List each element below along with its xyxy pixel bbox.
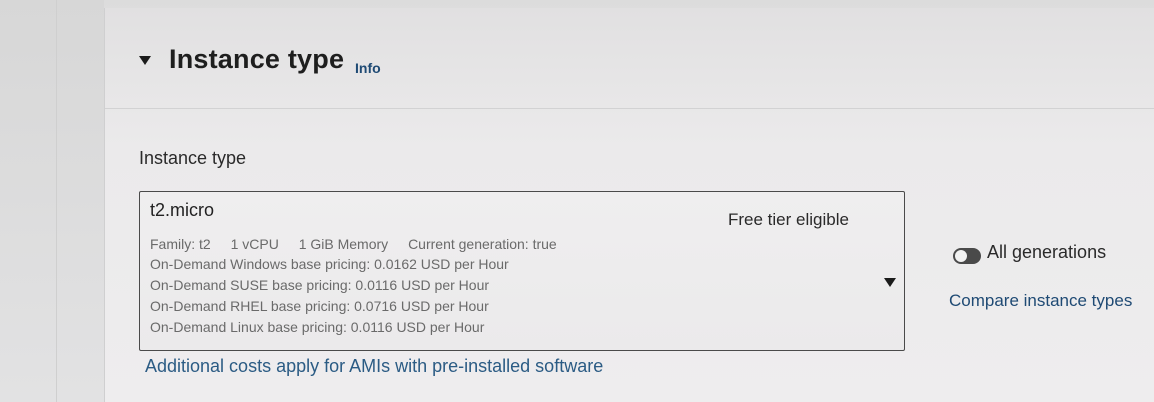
all-generations-toggle[interactable]: [953, 248, 981, 264]
instance-type-panel: Instance type Info Instance type t2.micr…: [104, 8, 1154, 402]
instance-family: Family: t2: [150, 236, 211, 252]
selected-instance-name: t2.micro: [150, 200, 215, 220]
instance-generation: Current generation: true: [408, 236, 557, 252]
instance-memory: 1 GiB Memory: [298, 236, 389, 252]
pricing-linux: On-Demand Linux base pricing: 0.0116 USD…: [150, 319, 485, 335]
instance-vcpu: 1 vCPU: [230, 236, 279, 252]
info-link[interactable]: Info: [355, 60, 381, 76]
pricing-windows: On-Demand Windows base pricing: 0.0162 U…: [150, 256, 509, 272]
pricing-rhel: On-Demand RHEL base pricing: 0.0716 USD …: [150, 298, 489, 314]
toggle-knob: [955, 250, 967, 262]
compare-instance-types-link[interactable]: Compare instance types: [949, 291, 1132, 311]
caret-down-icon[interactable]: [139, 56, 151, 65]
free-tier-badge: Free tier eligible: [728, 210, 849, 229]
pricing-suse: On-Demand SUSE base pricing: 0.0116 USD …: [150, 277, 490, 293]
instance-type-label: Instance type: [139, 148, 247, 168]
screen: Instance type Info Instance type t2.micr…: [0, 0, 1154, 402]
instance-type-select[interactable]: t2.micro Free tier eligible Family: t2 1…: [139, 191, 905, 351]
left-gutter: [0, 0, 104, 402]
dropdown-caret-icon[interactable]: [884, 278, 896, 287]
instance-meta: Family: t2 1 vCPU 1 GiB Memory Current g…: [150, 236, 573, 252]
additional-costs-link[interactable]: Additional costs apply for AMIs with pre…: [145, 356, 603, 377]
section-header[interactable]: Instance type Info: [105, 8, 1154, 109]
all-generations-label: All generations: [987, 242, 1107, 262]
section-title: Instance type: [169, 44, 345, 74]
